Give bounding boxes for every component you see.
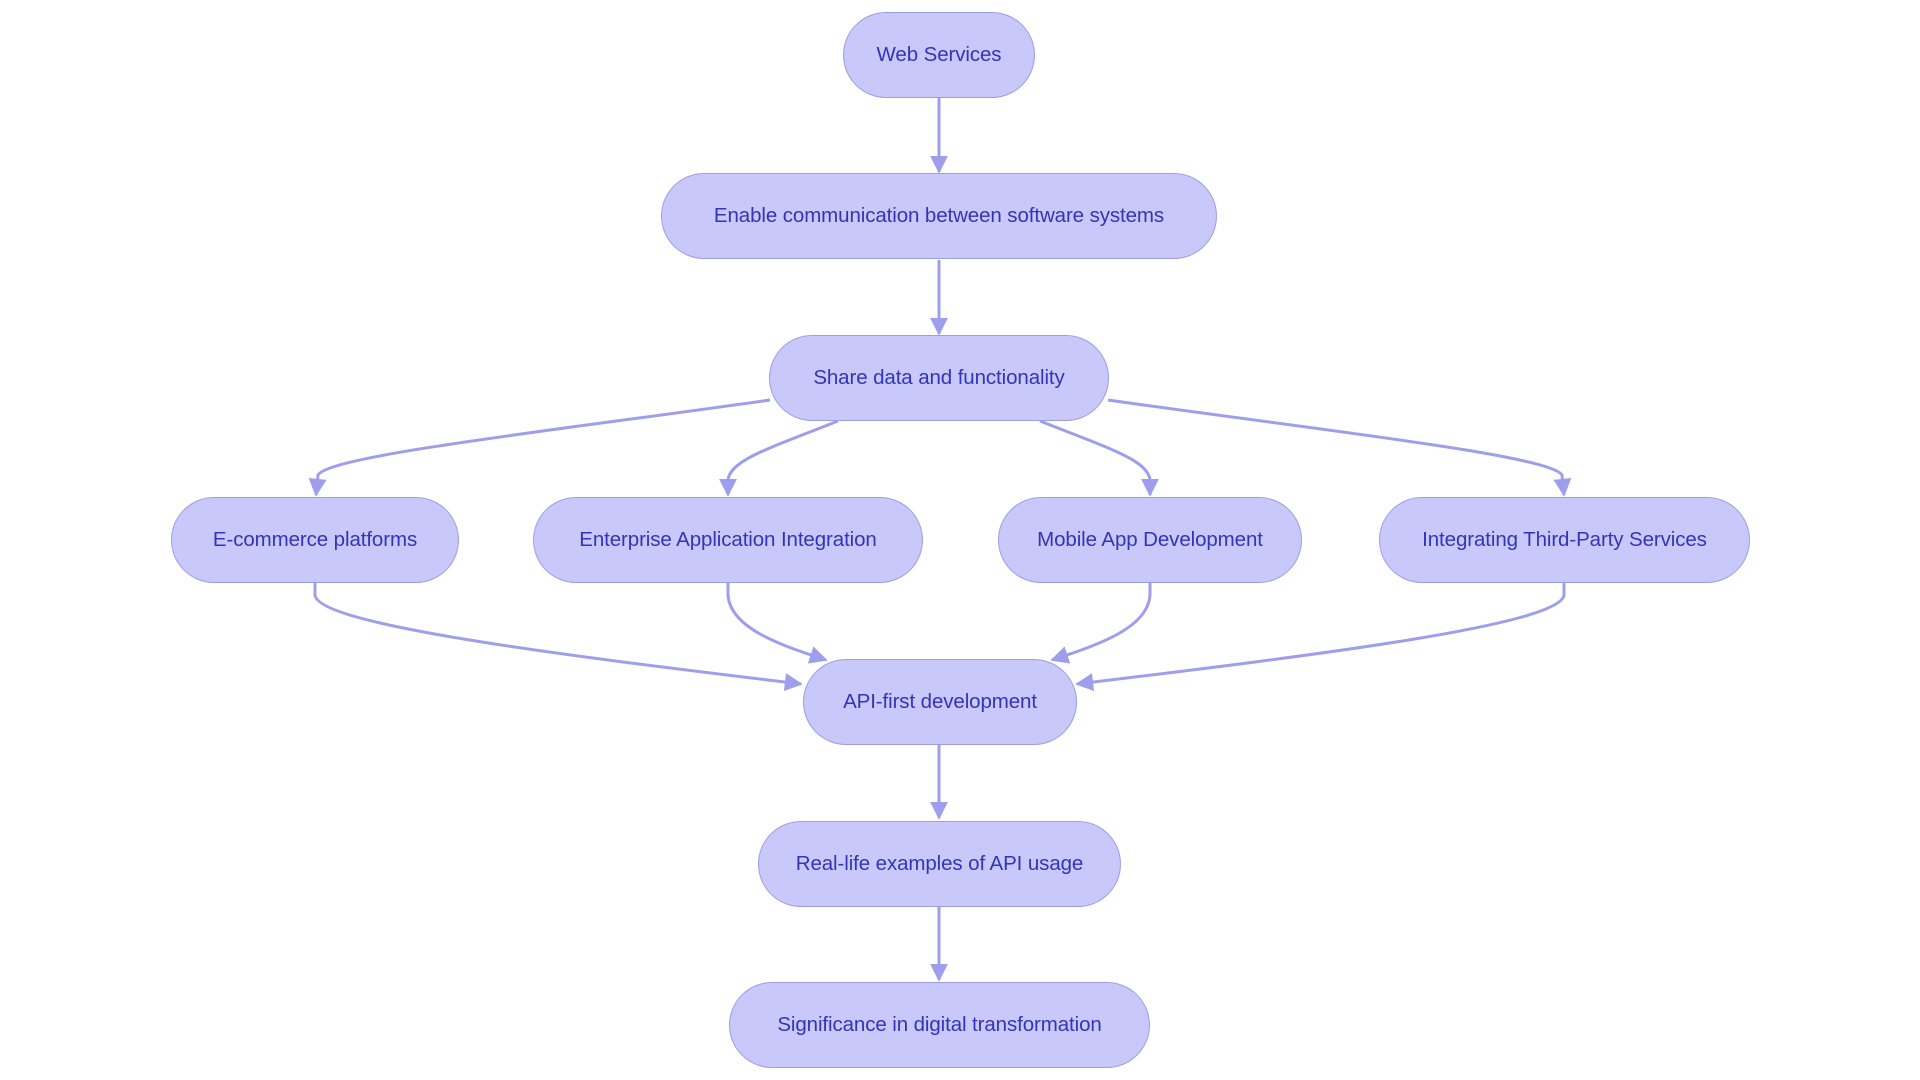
node-label: Share data and functionality: [813, 366, 1065, 389]
node-mobile-app: Mobile App Development: [998, 497, 1302, 583]
node-label: API-first development: [843, 690, 1037, 713]
node-label: Significance in digital transformation: [777, 1013, 1102, 1036]
node-web-services: Web Services: [843, 12, 1035, 98]
node-api-first: API-first development: [803, 659, 1077, 745]
edge-share-data-to-mobile-app: [1039, 419, 1159, 497]
node-third-party: Integrating Third-Party Services: [1379, 497, 1750, 583]
node-enterprise-integration: Enterprise Application Integration: [533, 497, 923, 583]
node-label: Enable communication between software sy…: [713, 204, 1165, 227]
edge-share-data-to-third-party: [1107, 398, 1572, 497]
node-real-life-examples: Real-life examples of API usage: [758, 821, 1121, 907]
node-label: Mobile App Development: [1037, 528, 1263, 551]
node-digital-transformation: Significance in digital transformation: [729, 982, 1150, 1068]
node-enable-communication: Enable communication between software sy…: [661, 173, 1217, 259]
node-label: E-commerce platforms: [212, 528, 418, 551]
edge-share-data-to-ecommerce: [308, 398, 771, 497]
node-label: Real-life examples of API usage: [795, 852, 1084, 875]
edge-enterprise-integration-to-api-first: [726, 583, 828, 664]
node-label: Web Services: [876, 43, 1002, 66]
edge-share-data-to-enterprise-integration: [719, 419, 839, 497]
node-share-data: Share data and functionality: [769, 335, 1109, 421]
node-label: Integrating Third-Party Services: [1422, 528, 1707, 551]
edge-mobile-app-to-api-first: [1050, 583, 1152, 664]
node-ecommerce: E-commerce platforms: [171, 497, 459, 583]
node-label: Enterprise Application Integration: [579, 528, 877, 551]
